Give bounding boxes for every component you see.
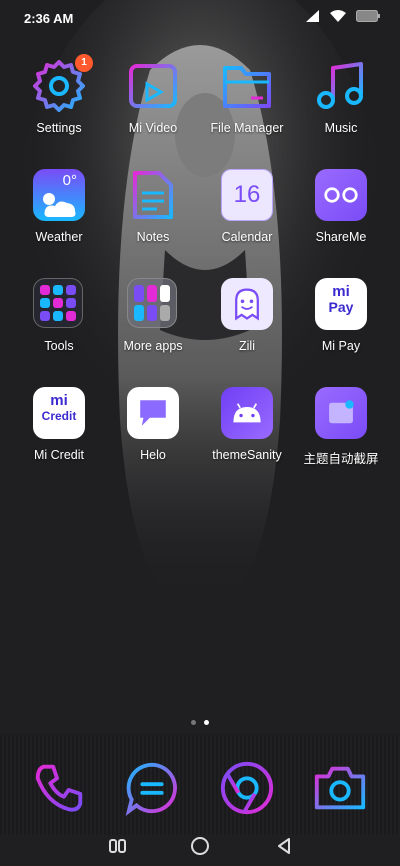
app-label: Mi Pay — [321, 339, 361, 353]
app-label: Helo — [140, 448, 166, 462]
helo-icon — [127, 387, 179, 439]
app-label: Settings — [36, 121, 82, 135]
app-label: More apps — [123, 339, 183, 353]
icon-text: Pay — [328, 299, 354, 315]
notes-icon — [127, 169, 179, 221]
tools-folder-icon — [33, 278, 85, 330]
wifi-icon — [330, 10, 346, 22]
app-file-manager[interactable]: File Manager — [200, 60, 294, 135]
app-zili[interactable]: Zili — [200, 278, 294, 353]
app-mi-credit[interactable]: mi Credit Mi Credit — [12, 387, 106, 462]
signal-icon — [306, 10, 319, 22]
app-label: Notes — [136, 230, 170, 244]
app-shareme[interactable]: ShareMe — [294, 169, 388, 244]
back-icon[interactable] — [272, 834, 296, 858]
app-music[interactable]: Music — [294, 60, 388, 135]
more-apps-folder-icon — [127, 278, 179, 330]
app-calendar[interactable]: 16 Calendar — [200, 169, 294, 244]
icon-text: Credit — [41, 409, 77, 423]
android-icon — [221, 387, 273, 439]
status-time: 2:36 AM — [24, 11, 74, 26]
navigation-bar — [0, 826, 400, 866]
app-label: Mi Credit — [33, 448, 84, 462]
dock — [0, 735, 400, 835]
mipay-icon: mi Pay — [315, 278, 367, 330]
battery-icon — [356, 10, 380, 22]
calendar-day: 16 — [221, 169, 273, 221]
app-label: File Manager — [210, 121, 284, 135]
app-label: ShareMe — [315, 230, 367, 244]
micredit-icon: mi Credit — [33, 387, 85, 439]
app-mi-video[interactable]: Mi Video — [106, 60, 200, 135]
page-dot[interactable] — [191, 720, 196, 725]
home-icon[interactable] — [188, 834, 212, 858]
page-indicator — [0, 720, 400, 725]
app-label: Weather — [35, 230, 83, 244]
zili-icon — [221, 278, 273, 330]
app-mi-pay[interactable]: mi Pay Mi Pay — [294, 278, 388, 353]
app-label: Calendar — [221, 230, 273, 244]
app-label: Tools — [44, 339, 74, 353]
app-主题自动截屏[interactable]: 主题自动截屏 — [294, 387, 388, 467]
shareme-icon — [315, 169, 367, 221]
phone-icon[interactable] — [30, 759, 88, 817]
app-themesanity[interactable]: themeSanity — [200, 387, 294, 462]
app-label: themeSanity — [212, 448, 282, 462]
page-dot-active[interactable] — [204, 720, 209, 725]
app-settings[interactable]: 1 Settings — [12, 54, 106, 135]
notification-badge: 1 — [75, 54, 93, 72]
screenshot-icon — [315, 387, 367, 439]
weather-icon: 0° — [33, 169, 85, 221]
camera-icon[interactable] — [311, 759, 369, 817]
recents-icon[interactable] — [106, 834, 130, 858]
app-label: 主题自动截屏 — [303, 452, 379, 466]
app-label: Music — [324, 121, 358, 135]
app-weather[interactable]: 0° Weather — [12, 169, 106, 244]
music-icon — [315, 60, 367, 112]
video-icon — [127, 60, 179, 112]
gear-icon: 1 — [33, 54, 93, 112]
chrome-icon[interactable] — [218, 759, 276, 817]
folder-icon — [221, 60, 273, 112]
status-bar: 2:36 AM — [0, 0, 400, 36]
app-tools[interactable]: Tools — [12, 278, 106, 353]
app-more-apps[interactable]: More apps — [106, 278, 200, 353]
app-label: Zili — [239, 339, 255, 353]
app-label: Mi Video — [128, 121, 178, 135]
messages-icon[interactable] — [123, 759, 181, 817]
app-helo[interactable]: Helo — [106, 387, 200, 462]
calendar-icon: 16 — [221, 169, 273, 221]
app-notes[interactable]: Notes — [106, 169, 200, 244]
